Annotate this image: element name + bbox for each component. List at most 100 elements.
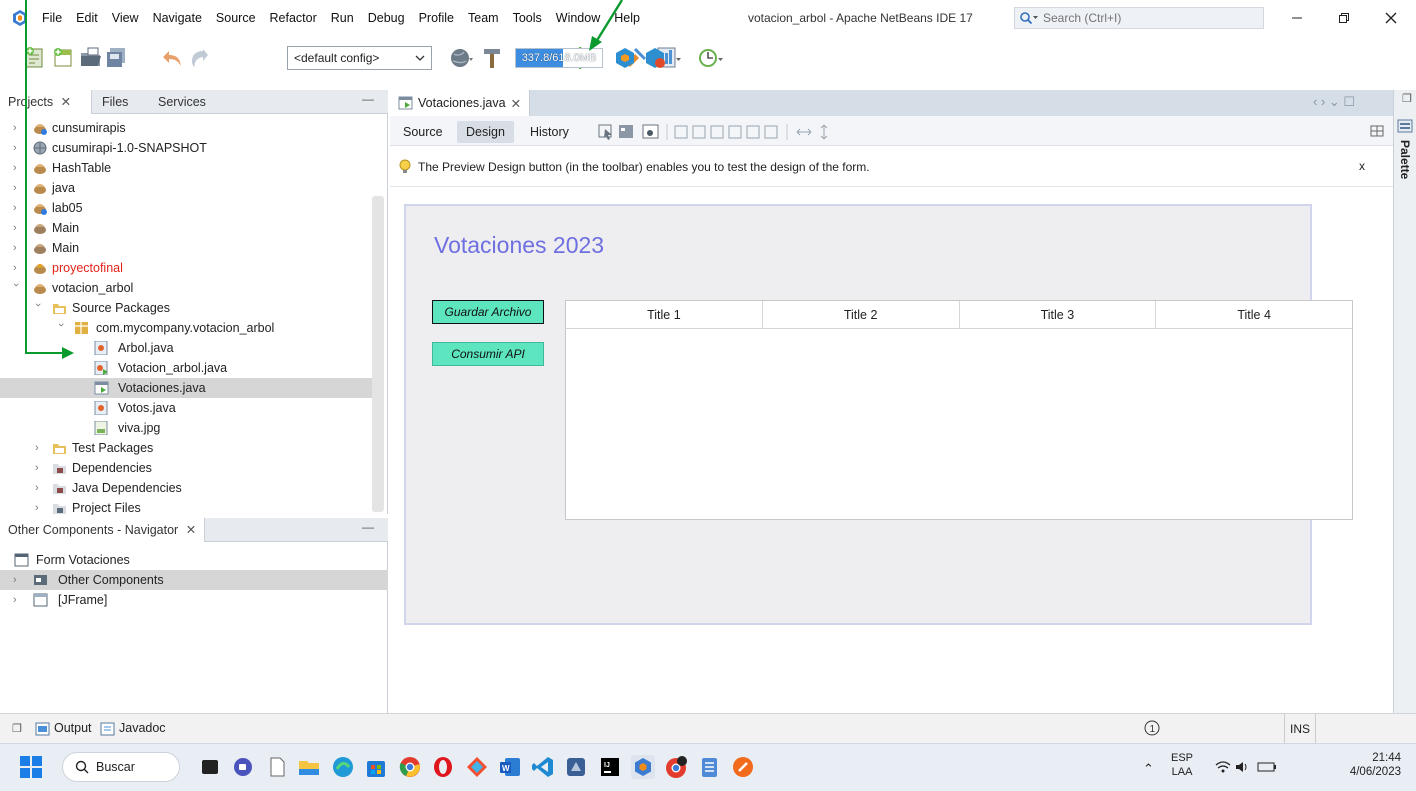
open-project-icon[interactable] (78, 45, 104, 71)
new-project-icon[interactable] (22, 45, 48, 71)
menu-team[interactable]: Team (468, 11, 499, 25)
view-source-button[interactable]: Source (394, 121, 452, 143)
search-input[interactable] (1043, 11, 1243, 25)
tree-item-source-packages[interactable]: › Source Packages (0, 298, 372, 318)
file-explorer-icon[interactable] (297, 755, 321, 779)
chevron-right-icon[interactable]: › (13, 590, 23, 610)
tree-item-package[interactable]: › com.mycompany.votacion_arbol (0, 318, 372, 338)
system-tray-icons[interactable] (1214, 759, 1280, 775)
menu-refactor[interactable]: Refactor (270, 11, 317, 25)
tree-item-votacion-arbol-java[interactable]: Votacion_arbol.java (0, 358, 372, 378)
tree-item-main-2[interactable]: › Main (0, 238, 372, 258)
chrome-profile-icon[interactable] (664, 755, 688, 779)
view-history-button[interactable]: History (521, 121, 578, 143)
editor-tab-votaciones[interactable]: Votaciones.java ✕ (390, 90, 531, 116)
globe-icon[interactable] (448, 45, 474, 71)
restore-button[interactable] (1327, 6, 1361, 30)
chrome-icon[interactable] (398, 755, 422, 779)
build-hammer-icon[interactable] (480, 45, 506, 71)
menu-view[interactable]: View (112, 11, 139, 25)
chevron-down-icon[interactable]: › (51, 323, 71, 333)
opera-icon[interactable] (431, 755, 455, 779)
tab-navigator[interactable]: Other Components - Navigator ✕ (0, 518, 206, 542)
sourcetree-icon[interactable] (465, 755, 489, 779)
tree-item-cunsumirapis[interactable]: › cunsumirapis (0, 118, 372, 138)
tree-item-lab05[interactable]: › lab05 (0, 198, 372, 218)
table-column-header[interactable]: Title 3 (960, 301, 1157, 328)
notepad-icon[interactable] (697, 755, 721, 779)
tree-item-votos-java[interactable]: Votos.java (0, 398, 372, 418)
tree-item-hashtable[interactable]: › HashTable (0, 158, 372, 178)
clock[interactable]: 21:44 4/06/2023 (1335, 751, 1401, 779)
task-view-icon[interactable] (198, 755, 222, 779)
chevron-down-icon[interactable]: › (6, 283, 26, 293)
netbeans-taskbar-icon[interactable] (631, 755, 655, 779)
menu-edit[interactable]: Edit (76, 11, 98, 25)
tab-projects[interactable]: Projects ✕ (0, 90, 92, 114)
close-icon[interactable]: ✕ (186, 523, 196, 537)
tree-item-main[interactable]: › Main (0, 218, 372, 238)
tree-item-project-files[interactable]: › Project Files (0, 498, 372, 518)
minimize-button[interactable] (1280, 6, 1314, 30)
microsoft-store-icon[interactable] (364, 755, 388, 779)
chevron-right-icon[interactable]: › (13, 158, 23, 178)
language-indicator[interactable]: ESP LAA (1171, 751, 1193, 779)
menu-source[interactable]: Source (216, 11, 256, 25)
tree-item-arbol-java[interactable]: Arbol.java (0, 338, 372, 358)
save-all-icon[interactable] (104, 45, 130, 71)
view-design-button[interactable]: Design (457, 121, 514, 143)
grid-toggle-icon[interactable] (1370, 125, 1384, 137)
menu-navigate[interactable]: Navigate (153, 11, 202, 25)
draw-app-icon[interactable] (731, 755, 755, 779)
table-column-header[interactable]: Title 4 (1156, 301, 1352, 328)
menu-window[interactable]: Window (556, 11, 600, 25)
taskbar-search[interactable]: Buscar (62, 752, 180, 782)
tab-services[interactable]: Services (150, 90, 214, 114)
minimize-panel-icon[interactable]: — (362, 92, 374, 106)
new-file-icon[interactable] (50, 45, 76, 71)
palette-label[interactable]: Palette (1398, 140, 1412, 179)
tree-item-cusumirapi-snapshot[interactable]: › cusumirapi-1.0-SNAPSHOT (0, 138, 372, 158)
intellij-icon[interactable]: IJ (598, 755, 622, 779)
navigator-item-other-components[interactable]: › Other Components (0, 570, 388, 590)
close-hint-button[interactable]: x (1359, 159, 1365, 173)
chevron-right-icon[interactable]: › (13, 258, 23, 278)
projects-scrollbar[interactable] (372, 196, 384, 512)
tree-item-votaciones-java[interactable]: Votaciones.java (0, 378, 372, 398)
chevron-right-icon[interactable]: › (35, 458, 45, 478)
consumir-api-button[interactable]: Consumir API (432, 342, 544, 366)
edge-browser-icon[interactable] (331, 755, 355, 779)
chevron-right-icon[interactable]: › (13, 138, 23, 158)
heap-dump-icon[interactable] (642, 45, 668, 71)
tree-item-test-packages[interactable]: › Test Packages (0, 438, 372, 458)
menu-help[interactable]: Help (614, 11, 640, 25)
ide-search-box[interactable] (1014, 7, 1264, 29)
vscode-icon[interactable] (531, 755, 555, 779)
maximize-window-icon[interactable]: ❐ (1402, 92, 1412, 105)
snapshot-icon[interactable] (612, 45, 638, 71)
app-icon[interactable] (564, 755, 588, 779)
windows-start-icon[interactable] (20, 756, 42, 778)
chevron-right-icon[interactable]: › (35, 498, 45, 518)
tree-item-viva-jpg[interactable]: viva.jpg (0, 418, 372, 438)
table-column-header[interactable]: Title 1 (566, 301, 763, 328)
chevron-right-icon[interactable]: › (13, 570, 23, 590)
close-window-button[interactable] (1374, 6, 1408, 30)
menu-profile[interactable]: Profile (419, 11, 454, 25)
chevron-right-icon[interactable]: › (13, 198, 23, 218)
menu-debug[interactable]: Debug (368, 11, 405, 25)
profile-clock-icon[interactable] (697, 45, 723, 71)
form-table[interactable]: Title 1 Title 2 Title 3 Title 4 (565, 300, 1353, 520)
tree-item-java-dependencies[interactable]: › Java Dependencies (0, 478, 372, 498)
menu-file[interactable]: File (42, 11, 62, 25)
navigator-item-jframe[interactable]: › [JFrame] (0, 590, 372, 610)
blank-document-icon[interactable] (265, 755, 289, 779)
tree-item-votacion-arbol[interactable]: › votacion_arbol (0, 278, 372, 298)
tree-item-proyectofinal[interactable]: › proyectofinal (0, 258, 372, 278)
tree-item-java[interactable]: › java (0, 178, 372, 198)
chevron-right-icon[interactable]: › (13, 218, 23, 238)
chevron-right-icon[interactable]: › (35, 478, 45, 498)
output-tab[interactable]: Output (54, 721, 92, 735)
javadoc-tab[interactable]: Javadoc (119, 721, 166, 735)
chevron-down-icon[interactable]: › (28, 303, 48, 313)
